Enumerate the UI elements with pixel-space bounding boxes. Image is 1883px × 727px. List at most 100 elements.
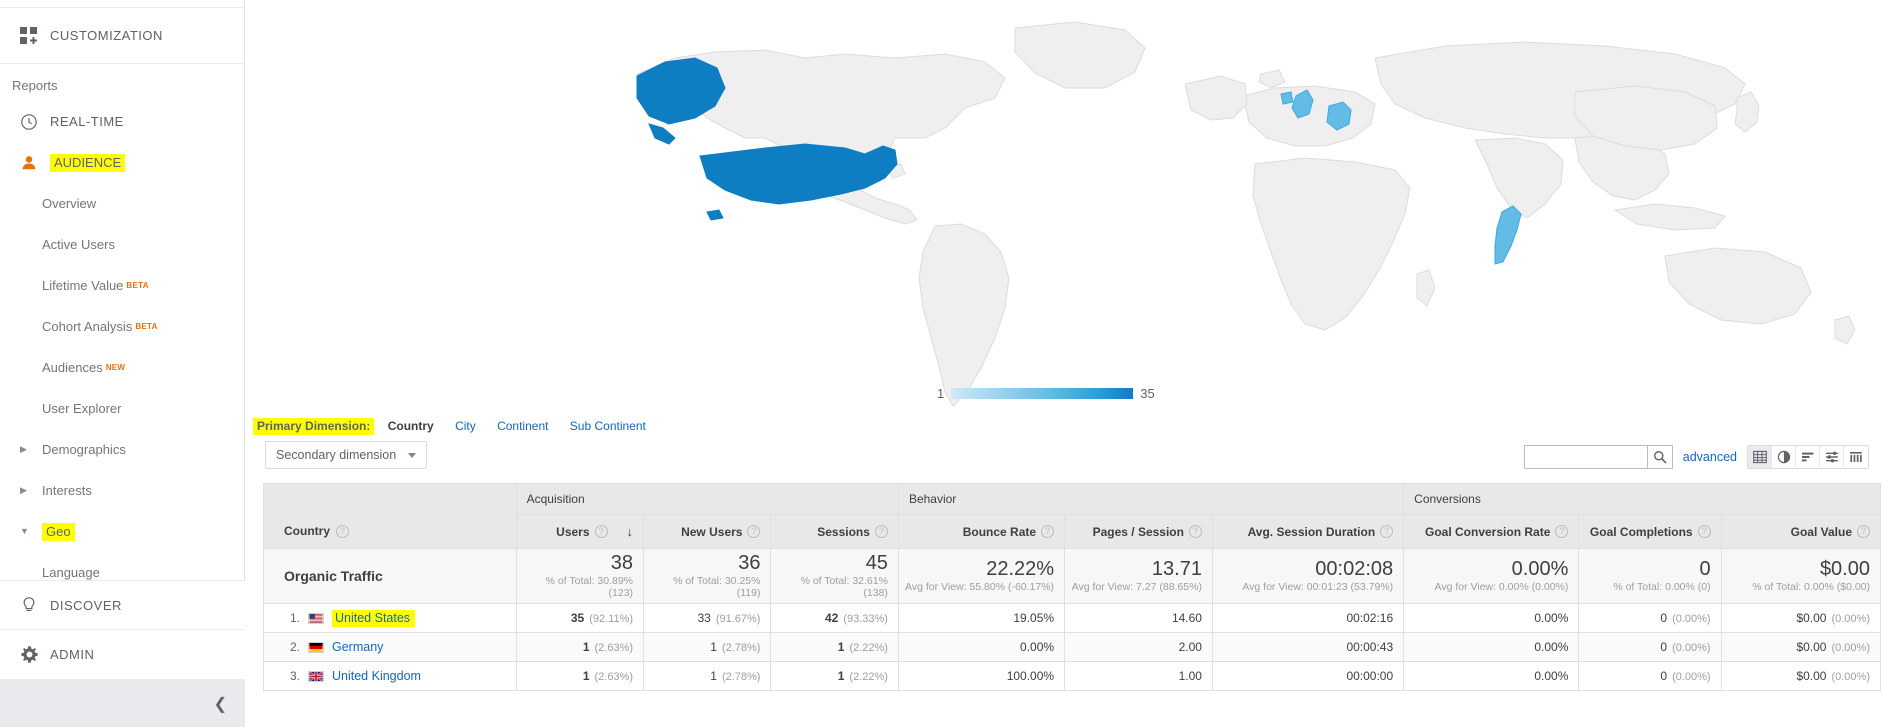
row-cell-goal-conversion-rate: 0.00%: [1404, 604, 1579, 633]
help-icon[interactable]: ?: [1698, 525, 1711, 538]
column-header-goal-conversion-rate[interactable]: Goal Conversion Rate ?: [1404, 515, 1579, 549]
search-input[interactable]: [1524, 445, 1647, 469]
sidebar-item-label: Lifetime Value: [42, 278, 123, 293]
row-cell-sessions: 42 (93.33%): [771, 604, 898, 633]
cell-pct: (2.78%): [722, 671, 761, 683]
advanced-link[interactable]: advanced: [1683, 450, 1737, 464]
cell-pct: (2.63%): [595, 642, 634, 654]
sidebar-item-label: Cohort Analysis: [42, 319, 132, 334]
row-cell-goal-completions: 0(0.00%): [1579, 662, 1721, 691]
sidebar-item-overview[interactable]: Overview: [0, 183, 244, 224]
primary-dimension-city[interactable]: City: [455, 419, 476, 433]
sidebar: CUSTOMIZATION Reports REAL-TIME AUDIENCE: [0, 0, 245, 727]
dimension-header-cell[interactable]: Country ?: [264, 484, 517, 549]
help-icon[interactable]: ?: [1041, 525, 1054, 538]
table-row[interactable]: 2. Germany 1(2.63%) 1(2.78%): [264, 633, 1881, 662]
summary-note: % of Total: 32.61% (138): [777, 575, 887, 599]
sidebar-item-real-time[interactable]: REAL-TIME: [0, 101, 244, 142]
help-icon[interactable]: ?: [1555, 525, 1568, 538]
column-header-new-users[interactable]: New Users ?: [644, 515, 771, 549]
clock-icon: [8, 113, 50, 131]
column-header-users[interactable]: Users ? ↓: [516, 515, 643, 549]
sidebar-item-customization[interactable]: CUSTOMIZATION: [0, 8, 244, 64]
help-icon[interactable]: ?: [747, 525, 760, 538]
primary-dimension-continent[interactable]: Continent: [497, 419, 548, 433]
secondary-dimension-button[interactable]: Secondary dimension: [265, 441, 427, 469]
table-view-icon[interactable]: [1748, 446, 1772, 468]
sidebar-item-label: Overview: [42, 196, 96, 211]
cell-pct: (0.00%): [1672, 613, 1711, 625]
sidebar-item-discover[interactable]: DISCOVER: [0, 580, 245, 630]
sidebar-item-active-users[interactable]: Active Users: [0, 224, 244, 265]
table-group-header-row: Country ? Acquisition Behavior Conversio…: [264, 484, 1881, 515]
sidebar-item-user-explorer[interactable]: User Explorer: [0, 388, 244, 429]
table-row[interactable]: 3. United Kingdom: [264, 662, 1881, 691]
row-cell-new-users: 1(2.78%): [644, 633, 771, 662]
sidebar-item-label: User Explorer: [42, 401, 121, 416]
column-header-sessions[interactable]: Sessions ?: [771, 515, 898, 549]
primary-dimension-country[interactable]: Country: [388, 419, 434, 433]
row-country-name[interactable]: Germany: [332, 640, 383, 654]
column-header-label: Goal Value: [1791, 525, 1852, 539]
pivot-view-icon[interactable]: [1844, 446, 1868, 468]
help-icon[interactable]: ?: [1857, 525, 1870, 538]
sidebar-item-cohort-analysis[interactable]: Cohort Analysis BETA: [0, 306, 244, 347]
group-header-conversions: Conversions: [1404, 484, 1881, 515]
column-header-goal-completions[interactable]: Goal Completions ?: [1579, 515, 1721, 549]
sidebar-item-admin[interactable]: ADMIN: [0, 630, 245, 680]
help-icon[interactable]: ?: [595, 525, 608, 538]
primary-dimension-sub-continent[interactable]: Sub Continent: [570, 419, 646, 433]
column-header-goal-value[interactable]: Goal Value ?: [1721, 515, 1880, 549]
sidebar-collapse-button[interactable]: ❮: [0, 680, 245, 727]
row-cell-users: 35(92.11%): [516, 604, 643, 633]
sidebar-item-geo[interactable]: ▼ Geo: [0, 511, 244, 552]
map-highlight-thailand[interactable]: [1495, 206, 1521, 264]
percentage-pie-view-icon[interactable]: [1772, 446, 1796, 468]
help-icon[interactable]: ?: [336, 525, 349, 538]
row-country-name[interactable]: United Kingdom: [332, 669, 421, 683]
row-cell-pages-per-session: 1.00: [1065, 662, 1213, 691]
geo-map[interactable]: 1 35: [245, 0, 1883, 410]
primary-dimension-label: Primary Dimension:: [253, 418, 374, 435]
cell-pct: (93.33%): [843, 613, 888, 625]
cell-pct: (0.00%): [1831, 642, 1870, 654]
row-cell-pages-per-session: 2.00: [1065, 633, 1213, 662]
cell-value: 1: [838, 669, 845, 683]
row-country-name[interactable]: United States: [335, 611, 410, 625]
sidebar-item-audience[interactable]: AUDIENCE: [0, 142, 244, 183]
help-icon[interactable]: ?: [1189, 525, 1202, 538]
column-header-avg-session-duration[interactable]: Avg. Session Duration ?: [1212, 515, 1403, 549]
summary-cell-bounce-rate: 22.22% Avg for View: 55.80% (-60.17%): [898, 549, 1064, 604]
help-icon[interactable]: ?: [1380, 525, 1393, 538]
cell-pct: (92.11%): [589, 613, 633, 625]
sidebar-item-audiences[interactable]: Audiences NEW: [0, 347, 244, 388]
row-country-cell: 2. Germany: [264, 633, 517, 662]
summary-note: Avg for View: 0.00% (0.00%): [1410, 581, 1568, 593]
column-header-pages-per-session[interactable]: Pages / Session ?: [1065, 515, 1213, 549]
location-data-table: Country ? Acquisition Behavior Conversio…: [263, 483, 1881, 691]
search-icon: [1653, 450, 1667, 464]
search-button[interactable]: [1647, 445, 1673, 469]
summary-note: % of Total: 0.00% (0): [1585, 581, 1710, 593]
row-cell-new-users: 33(91.67%): [644, 604, 771, 633]
column-header-label: New Users: [681, 525, 742, 539]
summary-value: 22.22%: [905, 559, 1054, 580]
cell-pct: (0.00%): [1672, 642, 1711, 654]
sidebar-item-label: REAL-TIME: [50, 114, 124, 129]
sidebar-item-demographics[interactable]: ▶ Demographics: [0, 429, 244, 470]
help-icon[interactable]: ?: [875, 525, 888, 538]
cell-value: 42: [825, 611, 838, 625]
table-row[interactable]: 1.: [264, 604, 1881, 633]
performance-bar-view-icon[interactable]: [1796, 446, 1820, 468]
row-rank: 3.: [282, 669, 300, 683]
sort-descending-icon[interactable]: ↓: [627, 524, 634, 539]
row-cell-avg-session-duration: 00:00:00: [1212, 662, 1403, 691]
sidebar-item-label: Geo: [42, 523, 75, 541]
comparison-view-icon[interactable]: [1820, 446, 1844, 468]
sidebar-item-interests[interactable]: ▶ Interests: [0, 470, 244, 511]
cell-value: $0.00: [1796, 611, 1826, 625]
column-header-bounce-rate[interactable]: Bounce Rate ?: [898, 515, 1064, 549]
column-header-label: Bounce Rate: [963, 525, 1036, 539]
row-cell-goal-completions: 0(0.00%): [1579, 633, 1721, 662]
sidebar-item-lifetime-value[interactable]: Lifetime Value BETA: [0, 265, 244, 306]
